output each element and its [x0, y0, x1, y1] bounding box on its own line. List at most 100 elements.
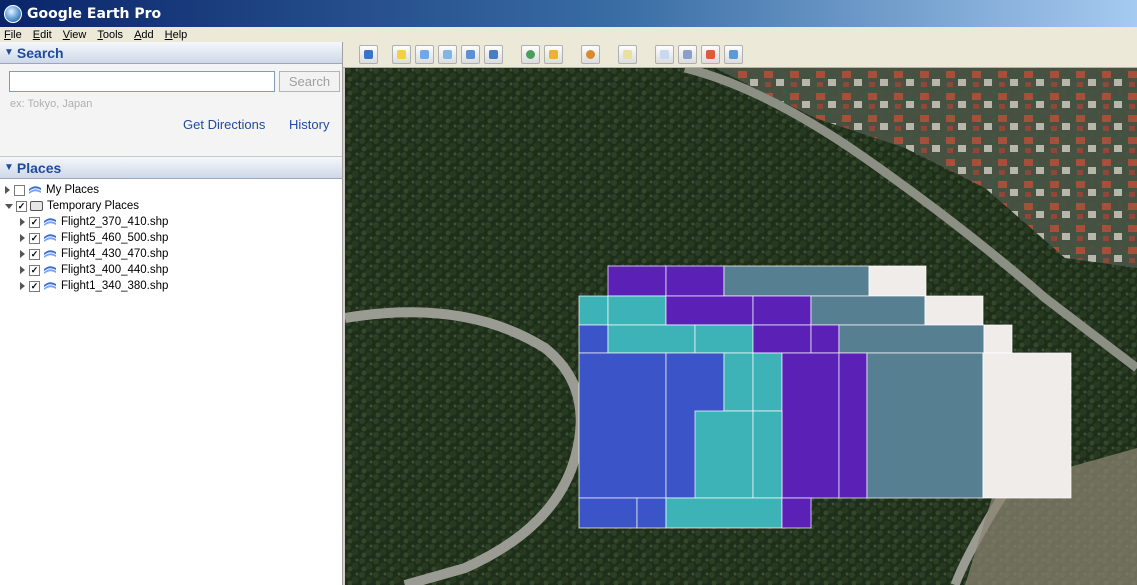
collapse-arrow-icon[interactable] — [5, 203, 13, 209]
menu-edit[interactable]: Edit — [33, 29, 52, 41]
satellite-imagery[interactable] — [345, 68, 1137, 585]
flight-polygon — [983, 324, 1013, 354]
menu-tools[interactable]: Tools — [97, 29, 123, 41]
flight-polygon — [607, 324, 696, 354]
places-tree: My Places ✓ Temporary Places ✓ Flight2_3… — [0, 179, 342, 294]
image-overlay-icon[interactable] — [461, 45, 480, 64]
visibility-checkbox[interactable]: ✓ — [29, 248, 40, 260]
search-button[interactable]: Search — [279, 71, 340, 92]
menu-file[interactable]: File — [4, 29, 22, 41]
flight-polygon — [665, 265, 725, 297]
flight-polygon — [838, 352, 868, 499]
tree-item-my-places[interactable]: My Places — [0, 182, 342, 198]
expand-arrow-icon[interactable] — [5, 186, 10, 194]
polygon-icon[interactable] — [415, 45, 434, 64]
flight-polygon — [752, 410, 783, 499]
map-view[interactable] — [345, 68, 1137, 585]
expand-arrow-icon[interactable] — [20, 218, 25, 226]
historical-imagery-icon[interactable] — [521, 45, 540, 64]
flight-polygon — [982, 352, 1072, 499]
flight-polygon — [866, 352, 984, 499]
expand-arrow-icon[interactable] — [20, 282, 25, 290]
flight-polygon — [781, 352, 840, 499]
search-panel: Search ex: Tokyo, Japan Get Directions H… — [0, 64, 342, 157]
flight-polygon — [694, 410, 754, 499]
save-image-icon[interactable] — [724, 45, 743, 64]
flight-polygon — [723, 265, 870, 297]
view-in-maps-icon[interactable] — [701, 45, 720, 64]
sunlight-icon[interactable] — [544, 45, 563, 64]
expand-arrow-icon[interactable] — [20, 250, 25, 258]
flight-polygon — [578, 295, 609, 326]
visibility-checkbox[interactable] — [14, 184, 25, 196]
tree-item-flight3[interactable]: ✓ Flight3_400_440.shp — [0, 262, 342, 278]
tree-item-flight1[interactable]: ✓ Flight1_340_380.shp — [0, 278, 342, 294]
expand-arrow-icon[interactable] — [20, 266, 25, 274]
search-panel-title: Search — [16, 44, 64, 61]
flight-polygon — [694, 324, 754, 354]
places-panel-header[interactable]: ▼ Places — [0, 157, 342, 179]
flight-polygon — [578, 352, 667, 499]
kml-layer-icon — [44, 217, 56, 226]
visibility-checkbox[interactable]: ✓ — [29, 264, 40, 276]
flight-polygon — [578, 497, 638, 529]
kml-layer-icon — [44, 233, 56, 242]
visibility-checkbox[interactable]: ✓ — [29, 216, 40, 228]
kml-layer-icon — [29, 185, 41, 194]
tree-item-label: Flight5_460_500.shp — [61, 232, 169, 244]
kml-layer-icon — [44, 265, 56, 274]
flight-polygon — [752, 352, 783, 412]
flight-polygon — [723, 352, 754, 412]
tree-item-flight2[interactable]: ✓ Flight2_370_410.shp — [0, 214, 342, 230]
tree-item-label: Flight2_370_410.shp — [61, 216, 169, 228]
email-icon[interactable] — [655, 45, 674, 64]
expand-arrow-icon[interactable] — [20, 234, 25, 242]
flight-polygon — [868, 265, 927, 297]
collapse-arrow-icon: ▼ — [4, 47, 14, 58]
planets-icon[interactable] — [581, 45, 600, 64]
sidebar-toggle-icon[interactable] — [359, 45, 378, 64]
tree-item-label: Flight3_400_440.shp — [61, 264, 169, 276]
menu-help[interactable]: Help — [165, 29, 188, 41]
tree-item-flight4[interactable]: ✓ Flight4_430_470.shp — [0, 246, 342, 262]
print-icon[interactable] — [678, 45, 697, 64]
flight-polygon — [838, 324, 985, 354]
window-title: Google Earth Pro — [27, 5, 162, 22]
tree-item-temporary-places[interactable]: ✓ Temporary Places — [0, 198, 342, 214]
flight-polygon — [752, 295, 812, 326]
sidebar: ▼ Search Search ex: Tokyo, Japan Get Dir… — [0, 42, 343, 585]
kml-layer-icon — [44, 281, 56, 290]
search-hint: ex: Tokyo, Japan — [10, 98, 93, 110]
visibility-checkbox[interactable]: ✓ — [29, 232, 40, 244]
record-tour-icon[interactable] — [484, 45, 503, 64]
flight-polygon — [924, 295, 984, 326]
visibility-checkbox[interactable]: ✓ — [29, 280, 40, 292]
ruler-icon[interactable] — [618, 45, 637, 64]
menu-view[interactable]: View — [63, 29, 87, 41]
tree-item-flight5[interactable]: ✓ Flight5_460_500.shp — [0, 230, 342, 246]
flight-polygon — [665, 497, 783, 529]
tree-item-label: Flight1_340_380.shp — [61, 280, 169, 292]
tree-item-label: Temporary Places — [47, 200, 140, 212]
tree-item-label: My Places — [46, 184, 100, 196]
menu-add[interactable]: Add — [134, 29, 154, 41]
path-icon[interactable] — [438, 45, 457, 64]
folder-icon — [30, 201, 43, 211]
flight-polygon — [607, 265, 667, 297]
collapse-arrow-icon: ▼ — [4, 162, 14, 173]
flight-polygon — [810, 295, 926, 326]
flight-polygon — [636, 497, 667, 529]
flight-polygon — [781, 497, 812, 529]
search-input[interactable] — [9, 71, 275, 92]
get-directions-link[interactable]: Get Directions — [183, 117, 265, 132]
kml-layer-icon — [44, 249, 56, 258]
places-panel-title: Places — [16, 159, 62, 176]
flight-polygon — [810, 324, 840, 354]
window-titlebar: Google Earth Pro — [0, 0, 1137, 27]
history-link[interactable]: History — [289, 117, 329, 132]
flight-polygon — [752, 324, 812, 354]
visibility-checkbox[interactable]: ✓ — [16, 200, 27, 212]
search-panel-header[interactable]: ▼ Search — [0, 42, 342, 64]
placemark-icon[interactable] — [392, 45, 411, 64]
tree-item-label: Flight4_430_470.shp — [61, 248, 169, 260]
